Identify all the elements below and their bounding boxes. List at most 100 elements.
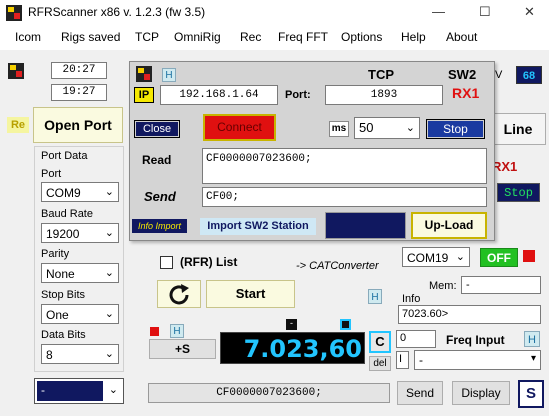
menu-bar: Icom Rigs saved TCP OmniRig Rec Freq FFT… (0, 26, 549, 50)
freq-input-help-button[interactable]: H (524, 331, 540, 347)
menu-help[interactable]: Help (401, 30, 426, 44)
ms-interval-select[interactable]: 50 ⌄ (354, 117, 420, 139)
time-display-2: 19:27 (51, 84, 107, 101)
menu-options[interactable]: Options (341, 30, 382, 44)
read-field: CF0000007023600; (202, 148, 487, 184)
port-label: Port (41, 168, 62, 180)
i-field[interactable]: I (396, 351, 409, 369)
menu-tcp[interactable]: TCP (135, 30, 159, 44)
tcp-logo-icon (136, 66, 152, 82)
time-display-1: 20:27 (51, 62, 107, 79)
baud-rate-select[interactable]: 19200 ⌄ (41, 223, 119, 243)
info-label: Info (402, 293, 421, 305)
connect-button[interactable]: Connect (203, 114, 276, 141)
minimize-button[interactable]: — (432, 4, 445, 19)
app-logo-icon (6, 5, 22, 21)
s-button[interactable]: S (518, 380, 544, 408)
display-button[interactable]: Display (452, 381, 510, 405)
rx1-status-right: RX1 (492, 159, 518, 174)
send-button[interactable]: Send (397, 381, 443, 405)
baud-rate-label: Baud Rate (41, 208, 93, 220)
menu-about[interactable]: About (446, 30, 477, 44)
info-value: 7023.60> (398, 305, 541, 324)
send-label: Send (144, 189, 176, 204)
cat-converter-link[interactable]: -> CATConverter (296, 260, 379, 272)
start-button[interactable]: Start (206, 280, 295, 308)
dropdown-arrow-icon: ▾ (530, 353, 536, 364)
v-label: V (495, 69, 503, 81)
refresh-icon (169, 284, 189, 305)
re-button[interactable]: Re (7, 117, 29, 133)
parity-select[interactable]: None ⌄ (41, 263, 119, 283)
port-data-panel: Port Data Port COM9 ⌄ Baud Rate 19200 ⌄ Pa… (34, 146, 124, 372)
open-port-button[interactable]: Open Port (33, 107, 123, 143)
stop-bits-select[interactable]: One ⌄ (41, 304, 119, 324)
data-bits-select[interactable]: 8 ⌄ (41, 344, 119, 364)
tcp-help-button[interactable]: H (162, 68, 176, 82)
bottom-left-select-value: - (37, 381, 103, 401)
close-button[interactable]: ✕ (524, 4, 535, 20)
menu-rigs-saved[interactable]: Rigs saved (61, 30, 120, 44)
chevron-down-icon: ⌄ (104, 308, 114, 320)
data-bits-label: Data Bits (41, 329, 86, 341)
port-data-title: Port Data (41, 150, 88, 162)
rfr-list-checkbox[interactable] (160, 256, 173, 269)
port-select[interactable]: COM9 ⌄ (41, 182, 119, 202)
freq-plus-marker[interactable] (340, 319, 351, 330)
refresh-button[interactable] (157, 280, 201, 308)
start-help-button[interactable]: H (368, 289, 382, 304)
chevron-down-icon: ⌄ (104, 227, 114, 239)
freq-minus-marker[interactable]: - (286, 319, 297, 330)
stop-bits-label: Stop Bits (41, 289, 86, 301)
import-sw2-station-button[interactable]: Import SW2 Station (200, 218, 316, 235)
chevron-down-icon: ⌄ (108, 384, 118, 396)
zero-field[interactable]: 0 (396, 330, 436, 348)
port-label-tcp: Port: (285, 89, 311, 101)
chevron-down-icon: ⌄ (104, 186, 114, 198)
info-import-button[interactable]: Info Import (132, 219, 187, 233)
rig-logo-icon (8, 63, 24, 79)
chevron-down-icon: ⌄ (104, 267, 114, 279)
menu-freq-fft[interactable]: Freq FFT (278, 30, 328, 44)
freq-input-select-value: - (419, 353, 423, 367)
red-indicator (523, 250, 535, 262)
title-bar: RFRScanner x86 v. 1.2.3 (fw 3.5) — ☐ ✕ (0, 0, 549, 26)
window-title: RFRScanner x86 v. 1.2.3 (fw 3.5) (28, 5, 206, 19)
send-field[interactable]: CF00; (202, 187, 487, 207)
chevron-down-icon: ⌄ (104, 348, 114, 360)
delete-button[interactable]: del (369, 356, 391, 371)
rfr-list-label: (RFR) List (180, 255, 238, 269)
tcp-port-input[interactable]: 1893 (325, 85, 443, 105)
ip-label: IP (134, 87, 154, 103)
upload-button[interactable]: Up-Load (411, 212, 487, 239)
stop-button-right[interactable]: Stop (497, 183, 540, 202)
plus-s-help-button[interactable]: H (170, 324, 184, 338)
clear-c-button[interactable]: C (369, 331, 391, 353)
com-port-select[interactable]: COM19 ⌄ (402, 247, 470, 267)
tcp-window: H TCP SW2 IP 192.168.1.64 Port: 1893 RX1… (129, 61, 495, 241)
command-field[interactable]: CF0000007023600; (148, 383, 390, 403)
maximize-button[interactable]: ☐ (479, 4, 491, 20)
read-label: Read (142, 153, 172, 167)
bottom-left-select[interactable]: - ⌄ (34, 378, 124, 404)
tcp-stop-button[interactable]: Stop (426, 119, 485, 139)
mem-value: - (461, 276, 541, 294)
plus-s-button[interactable]: +S (149, 339, 216, 359)
menu-rec[interactable]: Rec (240, 30, 261, 44)
tcp-title: TCP (368, 67, 394, 82)
menu-icom[interactable]: Icom (15, 30, 41, 44)
sw2-label: SW2 (448, 67, 477, 82)
menu-omnirig[interactable]: OmniRig (174, 30, 221, 44)
chevron-down-icon: ⌄ (405, 122, 415, 134)
frequency-value: 7.023,60 (243, 335, 362, 363)
freq-input-select[interactable]: - ▾ (414, 350, 541, 370)
station-display (325, 212, 406, 239)
red-small-indicator (150, 327, 159, 336)
parity-label: Parity (41, 248, 70, 260)
ip-input[interactable]: 192.168.1.64 (160, 85, 278, 105)
off-toggle-button[interactable]: OFF (480, 248, 518, 267)
line-button[interactable]: Line (490, 113, 546, 145)
ms-label: ms (329, 121, 349, 137)
tcp-close-button[interactable]: Close (134, 120, 180, 138)
frequency-display: 7.023,60 (220, 332, 365, 364)
